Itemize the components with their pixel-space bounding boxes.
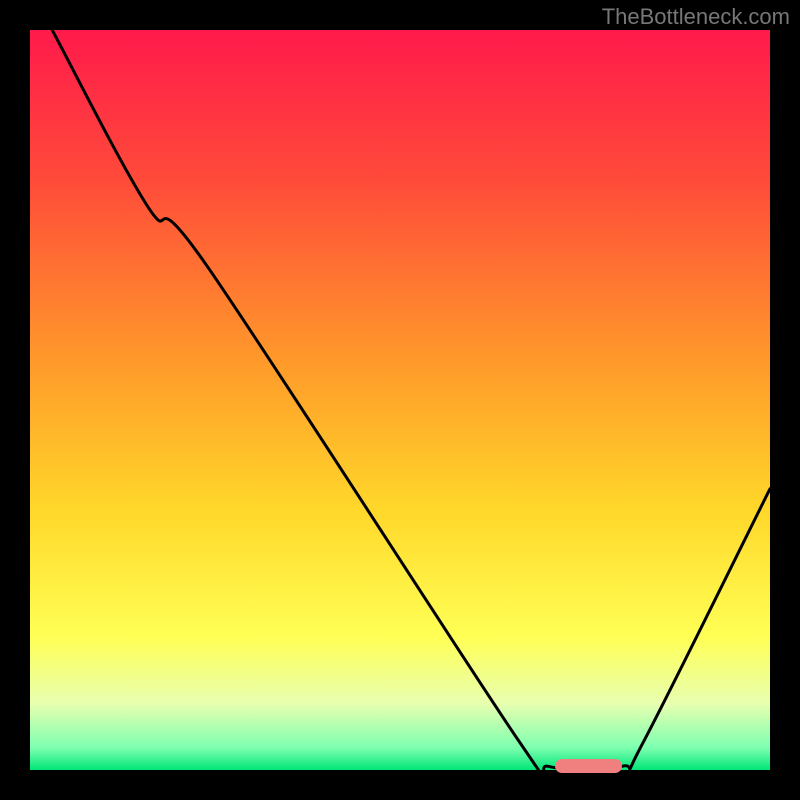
watermark-text: TheBottleneck.com (602, 4, 790, 30)
chart-plot-area (30, 30, 770, 770)
curve-line (30, 30, 770, 770)
optimal-range-marker (555, 759, 622, 773)
